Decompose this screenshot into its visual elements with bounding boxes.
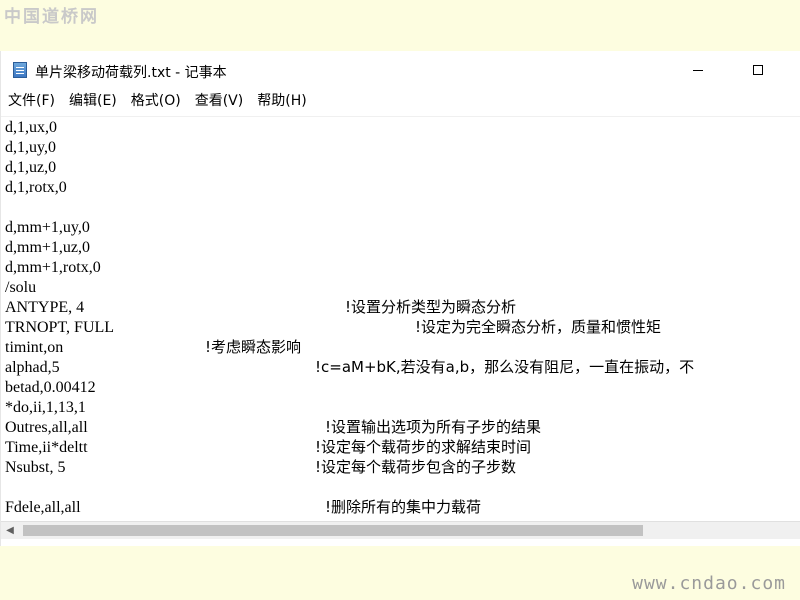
window-title: 单片梁移动荷载列.txt - 记事本 [35,65,227,81]
comment-text: !设定每个载荷步包含的子步数 [315,458,517,476]
code-text: Time,ii*deltt [5,439,88,456]
comment-text: !考虑瞬态影响 [205,338,302,356]
notepad-icon [13,62,27,78]
text-line: d,mm+1,uy,0 [1,217,800,237]
code-text: d,mm+1,rotx,0 [5,259,101,276]
code-text: d,1,uy,0 [5,139,56,156]
text-line: TRNOPT, FULL !设定为完全瞬态分析，质量和惯性矩 [1,317,800,337]
code-text: d,1,uz,0 [5,159,57,176]
maximize-icon [753,65,763,75]
menu-help[interactable]: 帮助(H) [250,90,313,112]
code-text: TRNOPT, FULL [5,319,115,336]
menu-edit[interactable]: 编辑(E) [62,90,124,112]
watermark-logo-top: 中国道桥网 [4,7,99,27]
text-editor-area[interactable]: d,1,ux,0 d,1,uy,0 d,1,uz,0 d,1,rotx,0 d,mm+1… [1,116,800,520]
minimize-icon [693,69,703,71]
comment-text: !c=aM+bK,若没有a,b，那么没有阻尼，一直在振动，不 [315,358,695,376]
comment-text: !删除所有的集中力载荷 [325,498,482,516]
text-line: alphad,5 !c=aM+bK,若没有a,b，那么没有阻尼，一直在振动，不 [1,357,800,377]
minimize-button[interactable] [675,51,721,89]
text-line: betad,0.00412 [1,377,800,397]
maximize-button[interactable] [735,51,781,89]
text-line: ANTYPE, 4 !设置分析类型为瞬态分析 [1,297,800,317]
text-line: timint,on !考虑瞬态影响 [1,337,800,357]
text-line: d,1,uy,0 [1,137,800,157]
code-text: ANTYPE, 4 [5,299,85,316]
menu-bar: 文件(F) 编辑(E) 格式(O) 查看(V) 帮助(H) [1,89,800,113]
code-text: d,mm+1,uz,0 [5,239,91,256]
text-line: d,1,ux,0 [1,117,800,137]
text-line: d,mm+1,rotx,0 [1,257,800,277]
code-text: betad,0.00412 [5,379,96,396]
text-line: *do,ii,1,13,1 [1,397,800,417]
text-line: Nsubst, 5 !设定每个载荷步包含的子步数 [1,457,800,477]
menu-file[interactable]: 文件(F) [1,90,62,112]
code-text: *do,ii,1,13,1 [5,399,86,416]
code-text: Outres,all,all [5,419,88,436]
text-line: Fdele,all,all !删除所有的集中力载荷 [1,497,800,517]
code-text: d,1,rotx,0 [5,179,67,196]
text-line: d,1,uz,0 [1,157,800,177]
comment-text: !设置输出选项为所有子步的结果 [325,418,542,436]
notepad-window: 单片梁移动荷载列.txt - 记事本 文件(F) 编辑(E) 格式(O) 查看(… [0,51,800,546]
horizontal-scrollbar[interactable]: ◀ [1,521,800,539]
code-text: timint,on [5,339,64,356]
code-text: d,mm+1,uy,0 [5,219,90,236]
chevron-left-icon[interactable]: ◀ [3,524,17,537]
watermark-url-bottom: www.cndao.com [632,573,786,594]
text-line: d,1,rotx,0 [1,177,800,197]
comment-text: !设定每个载荷步的求解结束时间 [315,438,532,456]
code-text: Nsubst, 5 [5,459,66,476]
title-bar: 单片梁移动荷载列.txt - 记事本 [1,51,800,89]
text-line [1,477,800,497]
code-text: /solu [5,279,37,296]
text-line [1,197,800,217]
menu-format[interactable]: 格式(O) [124,90,188,112]
menu-view[interactable]: 查看(V) [188,90,251,112]
text-line: /solu [1,277,800,297]
text-line: Time,ii*deltt !设定每个载荷步的求解结束时间 [1,437,800,457]
text-line: d,mm+1,uz,0 [1,237,800,257]
code-text: d,1,ux,0 [5,119,57,136]
scrollbar-thumb[interactable] [23,525,643,536]
comment-text: !设置分析类型为瞬态分析 [345,298,517,316]
text-line: Outres,all,all !设置输出选项为所有子步的结果 [1,417,800,437]
comment-text: !设定为完全瞬态分析，质量和惯性矩 [415,318,662,336]
code-text: alphad,5 [5,359,60,376]
code-text: Fdele,all,all [5,499,81,516]
